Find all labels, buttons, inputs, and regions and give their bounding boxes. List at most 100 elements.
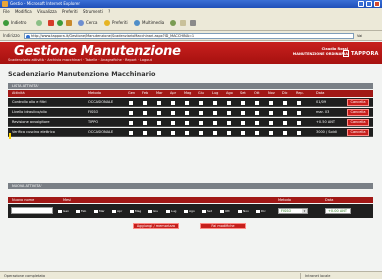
go-button[interactable]: Vai (357, 33, 377, 39)
month-checkbox[interactable] (227, 131, 231, 135)
menu-help[interactable]: ? (108, 9, 110, 14)
history-button[interactable] (170, 18, 176, 28)
month-checkbox[interactable] (227, 101, 231, 105)
month-checkbox[interactable] (171, 111, 175, 115)
month-checkbox[interactable] (143, 111, 147, 115)
month-checkbox[interactable] (269, 131, 273, 135)
month-checkbox[interactable] (241, 131, 245, 135)
date-input[interactable]: +0.00 ANT (325, 208, 351, 214)
print-button[interactable] (190, 18, 196, 28)
month-checkbox[interactable] (255, 101, 259, 105)
month-checkbox[interactable] (213, 121, 217, 125)
media-button[interactable]: Multimedia (134, 18, 164, 28)
rep-checkbox[interactable] (297, 131, 301, 135)
new-activity-name-input[interactable] (11, 207, 53, 214)
month-checkbox[interactable] (157, 111, 161, 115)
month-checkbox[interactable] (227, 111, 231, 115)
month-toggle[interactable]: Giu (148, 209, 158, 213)
month-checkbox[interactable] (157, 131, 161, 135)
month-checkbox[interactable] (185, 101, 189, 105)
chevron-down-icon[interactable]: ▾ (302, 209, 307, 213)
month-checkbox[interactable] (143, 121, 147, 125)
address-input[interactable]: http://www.tappora.it/Gestione/Manutenzi… (24, 33, 354, 39)
rep-checkbox[interactable] (297, 121, 301, 125)
month-toggle[interactable]: Nov (238, 209, 249, 213)
month-checkbox[interactable] (171, 121, 175, 125)
month-toggle[interactable]: Set (202, 209, 212, 213)
back-button[interactable]: Indietro (3, 18, 26, 28)
col-metodo-new: Metodo (278, 198, 292, 202)
month-checkbox[interactable] (283, 111, 287, 115)
month-toggle[interactable]: Feb (76, 209, 86, 213)
delete-button[interactable]: Cancella (347, 129, 369, 136)
delete-button[interactable]: Cancella (347, 109, 369, 116)
month-checkbox[interactable] (255, 131, 259, 135)
activity-method: OCCASIONALE (88, 100, 114, 104)
month-checkbox[interactable] (199, 131, 203, 135)
month-checkbox[interactable] (213, 111, 217, 115)
month-checkbox[interactable] (241, 111, 245, 115)
month-checkbox[interactable] (255, 111, 259, 115)
month-checkbox[interactable] (213, 101, 217, 105)
close-icon[interactable] (374, 1, 380, 7)
month-checkbox[interactable] (269, 111, 273, 115)
month-checkbox[interactable] (283, 101, 287, 105)
forward-button[interactable] (36, 18, 42, 28)
delete-button[interactable]: Cancella (347, 99, 369, 106)
minimize-icon[interactable] (358, 1, 364, 7)
rep-checkbox[interactable] (297, 101, 301, 105)
month-checkbox[interactable] (157, 121, 161, 125)
search-button[interactable]: Cerca (78, 18, 97, 28)
month-checkbox[interactable] (269, 101, 273, 105)
delete-button[interactable]: Cancella (347, 119, 369, 126)
method-select[interactable]: FISSO ▾ (278, 208, 308, 214)
month-checkbox[interactable] (129, 121, 133, 125)
month-toggle[interactable]: Apr (112, 209, 122, 213)
month-checkbox[interactable] (283, 121, 287, 125)
month-checkbox[interactable] (241, 121, 245, 125)
month-checkbox[interactable] (199, 121, 203, 125)
rep-checkbox[interactable] (297, 111, 301, 115)
month-checkbox[interactable] (129, 111, 133, 115)
month-toggle[interactable]: Gen (58, 209, 69, 213)
month-checkbox[interactable] (129, 101, 133, 105)
add-activity-button[interactable]: Aggiungi / memorizza (133, 223, 179, 229)
month-checkbox[interactable] (213, 131, 217, 135)
month-checkbox[interactable] (255, 121, 259, 125)
top-nav-links[interactable]: Scadenziario attività · Archivio macchin… (8, 58, 152, 62)
apply-changes-button[interactable]: Fai modifiche (200, 223, 246, 229)
month-toggle[interactable]: Mar (94, 209, 105, 213)
month-checkbox[interactable] (241, 101, 245, 105)
month-toggle[interactable]: Ott (220, 209, 230, 213)
menu-strumenti[interactable]: Strumenti (83, 9, 103, 14)
month-checkbox[interactable] (269, 121, 273, 125)
maximize-icon[interactable] (366, 1, 372, 7)
month-toggle[interactable]: Dic (256, 209, 266, 213)
refresh-button[interactable] (57, 18, 63, 28)
month-checkbox[interactable] (185, 111, 189, 115)
month-checkbox[interactable] (129, 131, 133, 135)
month-checkbox[interactable] (199, 101, 203, 105)
menu-visualizza[interactable]: Visualizza (37, 9, 57, 14)
menu-modifica[interactable]: Modifica (15, 9, 32, 14)
month-toggle[interactable]: Mag (130, 209, 141, 213)
favorites-button[interactable]: Preferiti (104, 18, 128, 28)
month-checkbox[interactable] (185, 131, 189, 135)
month-checkbox[interactable] (171, 131, 175, 135)
menu-preferiti[interactable]: Preferiti (62, 9, 78, 14)
month-toggle[interactable]: Lug (166, 209, 176, 213)
month-checkbox[interactable] (143, 101, 147, 105)
month-checkbox[interactable] (157, 101, 161, 105)
month-checkbox[interactable] (143, 131, 147, 135)
month-checkbox[interactable] (283, 131, 287, 135)
month-checkbox[interactable] (185, 121, 189, 125)
month-checkbox[interactable] (227, 121, 231, 125)
menu-file[interactable]: File (3, 9, 10, 14)
stop-icon (48, 20, 54, 26)
month-checkbox[interactable] (171, 101, 175, 105)
month-toggle[interactable]: Ago (184, 209, 195, 213)
stop-button[interactable] (48, 18, 54, 28)
mail-button[interactable] (180, 18, 186, 28)
home-button[interactable] (66, 18, 72, 28)
month-checkbox[interactable] (199, 111, 203, 115)
